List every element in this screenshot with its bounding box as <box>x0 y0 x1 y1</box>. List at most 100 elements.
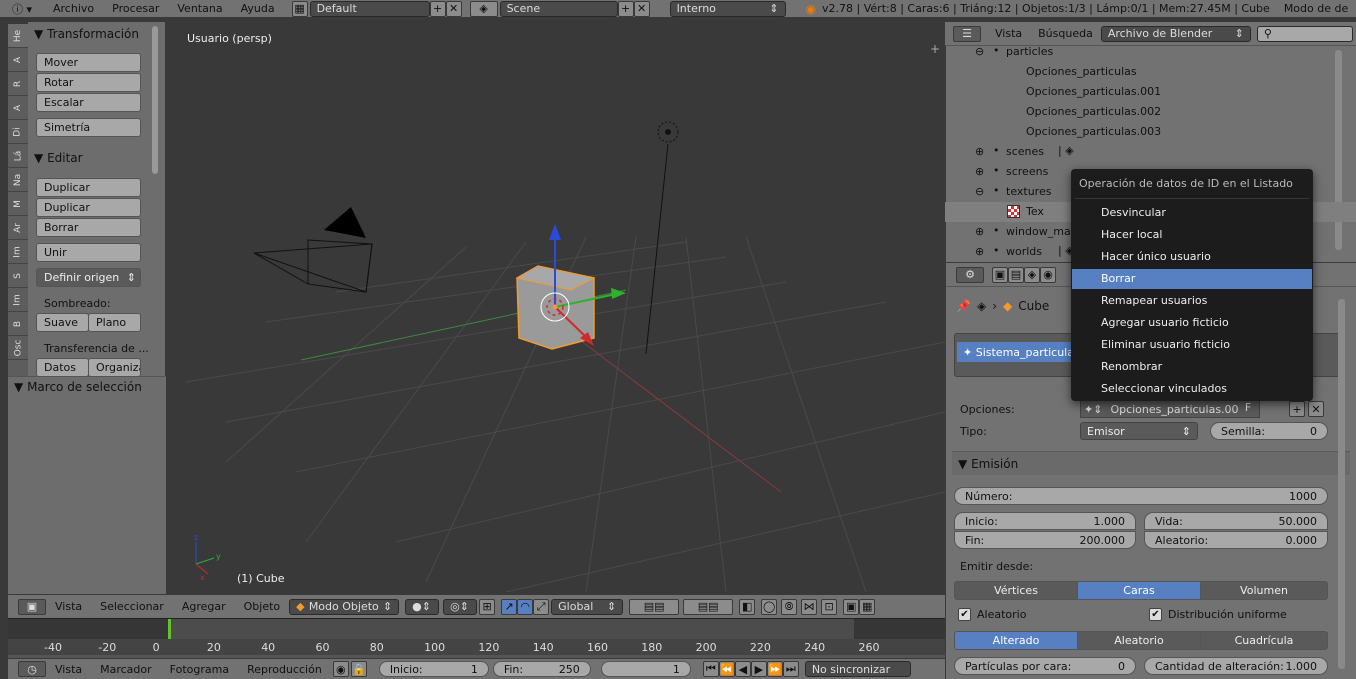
menu-archivo[interactable]: Archivo <box>44 0 103 18</box>
scale-manipulator-icon[interactable]: ⤢ <box>533 598 550 615</box>
random-checkbox[interactable]: ✔ <box>958 608 971 621</box>
emit-faces-button[interactable]: Caras <box>1077 581 1201 600</box>
popup-item[interactable]: Borrar <box>1072 269 1312 289</box>
lifetime-random-field[interactable]: Aleatorio: 0.000 <box>1144 531 1328 549</box>
pivot-dropdown[interactable]: ◎ ⇕ <box>443 598 478 615</box>
shelf-tab-2[interactable]: R <box>8 72 28 96</box>
shelf-tab-3[interactable]: A <box>8 96 28 120</box>
frame-end-field[interactable]: Fin: 200.000 <box>954 531 1136 549</box>
rotate-button[interactable]: Rotar <box>36 73 141 92</box>
settings-add-icon[interactable]: + <box>1289 401 1305 417</box>
scale-button[interactable]: Escalar <box>36 93 141 112</box>
jump-end-icon[interactable]: ⏭ <box>782 661 799 677</box>
plus-icon[interactable]: + <box>930 42 940 56</box>
menu-vista[interactable]: Vista <box>46 600 91 613</box>
scene-close-icon[interactable]: ✕ <box>633 0 650 17</box>
smooth-button[interactable]: Suave <box>36 313 89 332</box>
properties-scrollbar[interactable] <box>1338 299 1345 669</box>
world-tab-icon[interactable]: ◉ <box>1040 266 1056 283</box>
random-checkbox-row[interactable]: ✔ Aleatorio <box>958 608 1026 621</box>
editor-type-3d-icon[interactable]: ▣ <box>18 598 46 615</box>
outliner-row[interactable]: Opciones_particulas <box>945 62 1356 82</box>
move-button[interactable]: Mover <box>36 53 141 72</box>
particles-per-face-field[interactable]: Partículas por cara: 0 <box>954 657 1136 675</box>
jump-start-icon[interactable]: ⏮ <box>702 661 719 677</box>
expand-toggle-icon[interactable]: ⊕ <box>975 225 984 238</box>
menu-vista-outliner[interactable]: Vista <box>981 27 1030 40</box>
menu-reproduccion[interactable]: Reproducción <box>238 663 331 676</box>
even-distribution-checkbox-row[interactable]: ✔ Distribución uniforme <box>1149 608 1287 621</box>
record-icon[interactable]: ◉ <box>332 661 349 677</box>
emit-volume-button[interactable]: Volumen <box>1200 581 1328 600</box>
rotate-manipulator-icon[interactable]: ◠ <box>517 598 534 615</box>
popup-item[interactable]: Remapear usuarios <box>1072 291 1312 311</box>
scene-selector[interactable]: Scene <box>499 0 618 17</box>
shelf-tab-0[interactable]: He <box>8 24 28 48</box>
outliner-row[interactable]: Opciones_particulas.003 <box>945 122 1356 142</box>
lifetime-field[interactable]: Vida: 50.000 <box>1144 512 1328 530</box>
lock-icon[interactable]: 🔒 <box>350 661 367 677</box>
scene-tab-icon[interactable]: ◈ <box>1024 266 1040 283</box>
particle-system-item[interactable]: ✦ Sistema_particula <box>957 342 1074 362</box>
shelf-tab-1[interactable]: A <box>8 48 28 72</box>
display-mode-dropdown[interactable]: Archivo de Blender ⇕ <box>1100 25 1251 42</box>
render-engine-dropdown[interactable]: Interno ⇕ <box>669 0 786 17</box>
expand-toggle-icon[interactable]: ⊕ <box>975 145 984 158</box>
popup-item[interactable]: Hacer local <box>1072 225 1312 245</box>
layout-close-icon[interactable]: ✕ <box>445 0 462 17</box>
editor-type-timeline-icon[interactable]: ◷ <box>18 661 46 677</box>
layout-grid-icon[interactable]: ▦ <box>291 0 308 17</box>
snap-element-icon[interactable]: ⋈ <box>801 598 818 615</box>
viewport-shading-dropdown[interactable]: ● ⇕ <box>405 598 440 615</box>
menu-objeto[interactable]: Objeto <box>235 600 290 613</box>
shelf-tab-13[interactable]: Osc <box>8 336 28 360</box>
start-frame-field[interactable]: Inicio: 1 <box>378 661 489 677</box>
menu-ventana[interactable]: Ventana <box>168 0 231 18</box>
shelf-tab-6[interactable]: Na <box>8 168 28 192</box>
end-frame-field[interactable]: Fin: 250 <box>492 661 591 677</box>
snap-target-icon[interactable]: ⊡ <box>821 598 838 615</box>
layers-group-2[interactable]: ▤▤ <box>683 598 734 615</box>
timeline[interactable]: -40 -20 0 20 40 60 80 100 120 140 160 180 200 220 240 2… <box>8 618 945 659</box>
menu-fotograma[interactable]: Fotograma <box>161 663 238 676</box>
menu-seleccionar[interactable]: Seleccionar <box>91 600 173 613</box>
sync-dropdown[interactable]: No sincronizar <box>804 661 911 677</box>
select-box-panel-header[interactable]: ▼ Marco de selección <box>8 377 166 397</box>
shelf-tab-11[interactable]: Im <box>8 288 28 312</box>
current-frame-marker[interactable] <box>168 619 171 639</box>
settings-close-icon[interactable]: ✕ <box>1308 401 1324 417</box>
particle-settings-selector[interactable]: ✦⇕ Opciones_particulas.003 F <box>1080 400 1260 418</box>
popup-item[interactable]: Renombrar <box>1072 357 1312 377</box>
prev-keyframe-icon[interactable]: ⏪ <box>718 661 735 677</box>
menu-ayuda[interactable]: Ayuda <box>232 0 284 18</box>
mirror-button[interactable]: Simetría <box>36 118 141 137</box>
editor-type-properties-icon[interactable]: ⚙ <box>956 266 984 283</box>
pin-icon[interactable]: 📌 <box>956 299 971 313</box>
3d-viewport[interactable]: z y x Usuario (persp) (1) Cube + <box>166 22 945 592</box>
set-origin-dropdown[interactable]: Definir origen ⇕ <box>36 268 141 287</box>
outliner-row[interactable]: Opciones_particulas.002 <box>945 102 1356 122</box>
frame-start-field[interactable]: Inicio: 1.000 <box>954 512 1136 530</box>
duplicate-linked-button[interactable]: Duplicar vinculado <box>36 198 141 231</box>
fake-user-button[interactable]: F <box>1239 401 1257 417</box>
scene-icon[interactable]: ◈ <box>469 0 498 17</box>
delete-button[interactable]: Borrar <box>36 218 141 237</box>
type-dropdown[interactable]: Emisor ⇕ <box>1080 422 1198 440</box>
mode-dropdown[interactable]: ◆ Modo Objeto ⇕ <box>289 598 400 615</box>
duplicate-button[interactable]: Duplicar <box>36 178 141 197</box>
manipulator-toggle-icon[interactable]: ⊞ <box>479 598 496 615</box>
lock-layers-icon[interactable]: ◧ <box>739 598 756 615</box>
organize-button[interactable]: Organiza <box>88 358 141 377</box>
number-field[interactable]: Número: 1000 <box>954 487 1328 505</box>
shelf-tab-10[interactable]: S <box>8 264 28 288</box>
data-button[interactable]: Datos <box>36 358 89 377</box>
proportional-edit-icon[interactable]: ◯ <box>761 598 778 615</box>
menu-marcador[interactable]: Marcador <box>91 663 161 676</box>
expand-toggle-icon[interactable]: ⊖ <box>975 185 984 198</box>
expand-toggle-icon[interactable]: ⊕ <box>975 245 984 258</box>
layers-group-1[interactable]: ▤▤ <box>629 598 680 615</box>
even-distribution-checkbox[interactable]: ✔ <box>1149 608 1162 621</box>
editor-type-outliner-icon[interactable]: ☰ <box>953 25 981 42</box>
emit-vertices-button[interactable]: Vértices <box>954 581 1078 600</box>
expand-toggle-icon[interactable]: ⊖ <box>975 45 984 58</box>
